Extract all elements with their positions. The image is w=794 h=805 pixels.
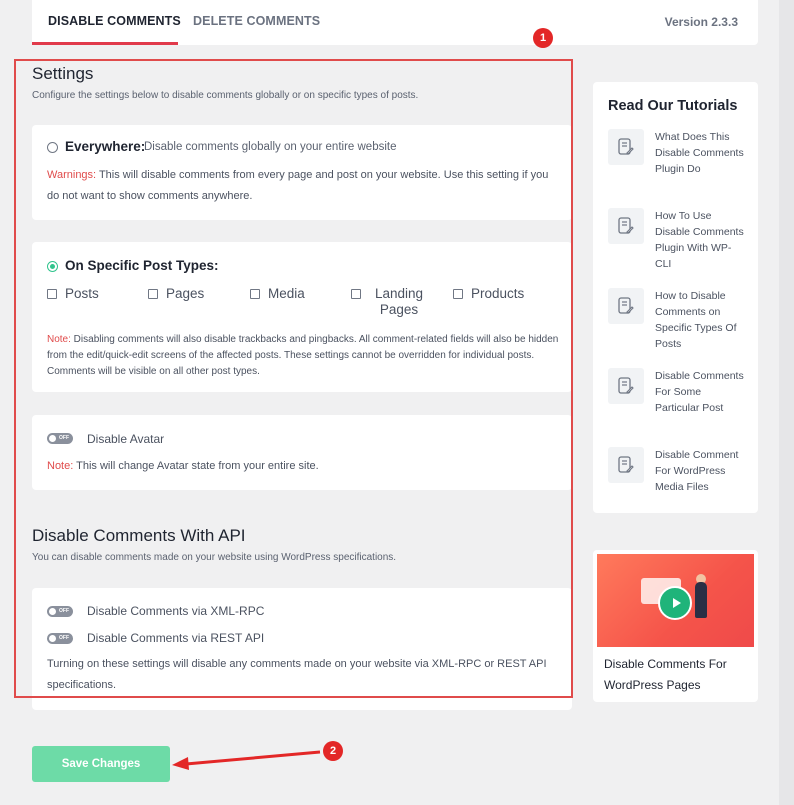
avatar-note-text: This will change Avatar state from your … [73,460,319,472]
document-edit-icon [608,208,644,244]
media-label: Media [268,286,305,301]
illustration-person [695,582,707,618]
avatar-note-label: Note: [47,460,74,472]
toggle-off-text: OFF [59,608,69,614]
rest-api-label: Disable Comments via REST API [87,631,265,645]
disable-avatar-toggle[interactable]: OFF [47,433,73,444]
play-icon[interactable] [658,586,692,620]
annotation-arrow [172,750,321,770]
avatar-note: Note: This will change Avatar state from… [47,458,562,474]
specific-note: Note: Disabling comments will also disab… [47,332,562,380]
document-edit-icon [608,368,644,404]
video-card[interactable]: Disable Comments For WordPress Pages [593,550,758,702]
landing-pages-checkbox[interactable] [351,289,361,299]
warning-text: This will disable comments from every pa… [47,169,549,202]
tab-delete-comments[interactable]: DELETE COMMENTS [193,14,320,28]
api-footer-text: Turning on these settings will disable a… [47,658,547,691]
toggle-off-text: OFF [59,635,69,641]
pages-label: Pages [166,286,205,301]
everywhere-warning: Warnings: This will disable comments fro… [47,165,562,207]
note-label: Note: [47,334,71,345]
tutorial-title: How To Use Disable Comments Plugin With … [655,210,744,270]
xmlrpc-toggle[interactable]: OFF [47,606,73,617]
posts-checkbox[interactable] [47,289,57,299]
save-changes-button[interactable]: Save Changes [32,746,170,782]
api-section-title: Disable Comments With API [32,526,246,545]
document-edit-icon [608,447,644,483]
tutorials-title: Read Our Tutorials [608,98,738,114]
avatar-card: OFF Disable Avatar Note: This will chang… [32,415,572,490]
settings-description: Configure the settings below to disable … [32,90,419,101]
version-label: Version 2.3.3 [664,15,738,29]
specific-post-types-card: On Specific Post Types: Posts Pages Medi… [32,242,572,392]
tutorial-title: Disable Comments For Some Particular Pos… [655,370,744,414]
tutorials-card: Read Our Tutorials What Does This Disabl… [593,82,758,513]
video-title[interactable]: Disable Comments For WordPress Pages [604,654,749,696]
everywhere-card: Everywhere: Disable comments globally on… [32,125,572,220]
disable-avatar-label: Disable Avatar [87,432,165,446]
rest-api-toggle[interactable]: OFF [47,633,73,644]
specific-post-types-radio[interactable] [47,261,58,272]
tab-disable-comments[interactable]: DISABLE COMMENTS [48,14,181,28]
tutorial-title: Disable Comment For WordPress Media File… [655,449,739,493]
settings-title: Settings [32,64,94,83]
video-thumbnail[interactable] [597,554,754,647]
posts-label: Posts [65,286,99,301]
annotation-badge-2: 2 [323,741,343,761]
note-text: Disabling comments will also disable tra… [47,334,559,377]
document-edit-icon [608,129,644,165]
tutorial-title: What Does This Disable Comments Plugin D… [655,131,744,175]
api-card: OFF Disable Comments via XML-RPC OFF Dis… [32,588,572,710]
document-edit-icon [608,288,644,324]
products-label: Products [471,286,525,301]
everywhere-radio[interactable] [47,142,58,153]
pages-checkbox[interactable] [148,289,158,299]
warning-label: Warnings: [47,169,97,181]
active-tab-indicator [32,42,178,45]
annotation-badge-1: 1 [533,28,553,48]
toggle-off-text: OFF [59,435,69,441]
xmlrpc-label: Disable Comments via XML-RPC [87,604,265,618]
scrollbar-area [779,0,794,805]
tutorial-title: How to Disable Comments on Specific Type… [655,290,737,350]
media-checkbox[interactable] [250,289,260,299]
api-section-description: You can disable comments made on your we… [32,552,397,563]
everywhere-label: Everywhere: [65,139,146,154]
landing-pages-label: Landing Pages [374,286,424,317]
products-checkbox[interactable] [453,289,463,299]
tab-bar: DISABLE COMMENTS DELETE COMMENTS Version… [32,0,758,45]
specific-post-types-label: On Specific Post Types: [65,258,219,273]
everywhere-description: Disable comments globally on your entire… [144,141,397,153]
